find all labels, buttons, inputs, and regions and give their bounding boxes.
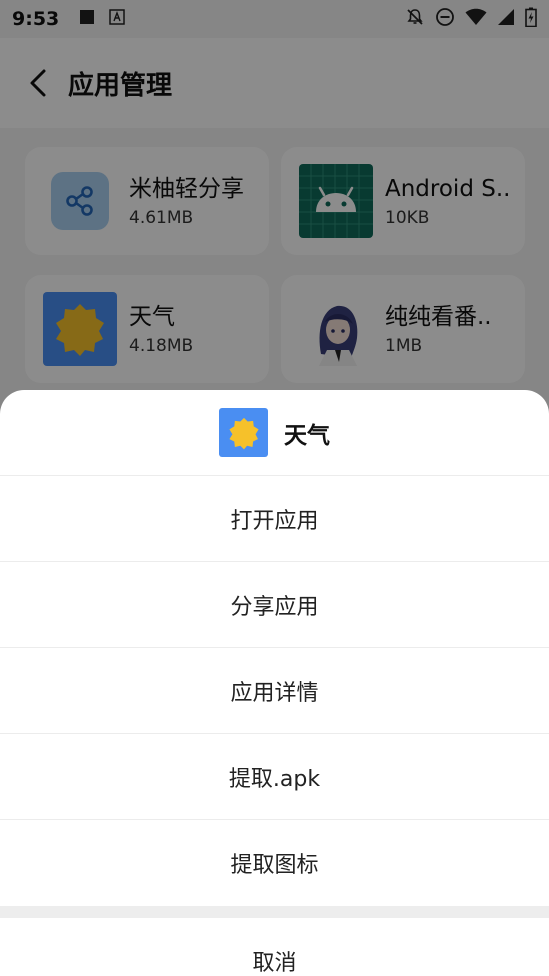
extract-apk-button[interactable]: 提取.apk xyxy=(0,734,549,820)
sheet-header: 天气 xyxy=(0,390,549,476)
weather-sun-icon xyxy=(219,408,268,457)
sheet-title: 天气 xyxy=(284,422,330,449)
app-details-button[interactable]: 应用详情 xyxy=(0,648,549,734)
cancel-button[interactable]: 取消 xyxy=(0,918,549,976)
sheet-divider xyxy=(0,906,549,918)
open-app-button[interactable]: 打开应用 xyxy=(0,476,549,562)
app-actions-sheet: 天气 打开应用 分享应用 应用详情 提取.apk 提取图标 取消 xyxy=(0,390,549,976)
extract-icon-button[interactable]: 提取图标 xyxy=(0,820,549,906)
share-app-button[interactable]: 分享应用 xyxy=(0,562,549,648)
